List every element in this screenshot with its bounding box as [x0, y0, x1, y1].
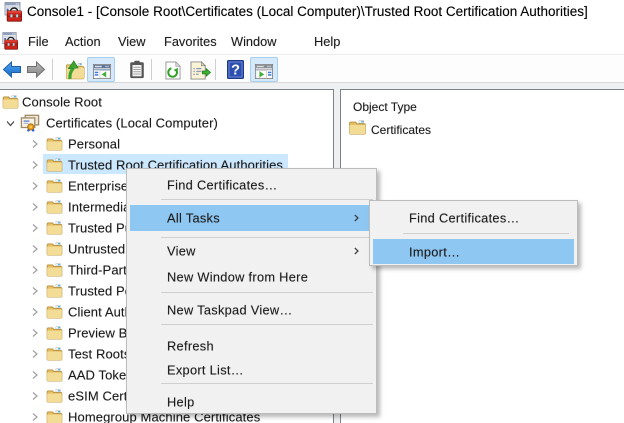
svg-text:?: ? [231, 63, 240, 79]
